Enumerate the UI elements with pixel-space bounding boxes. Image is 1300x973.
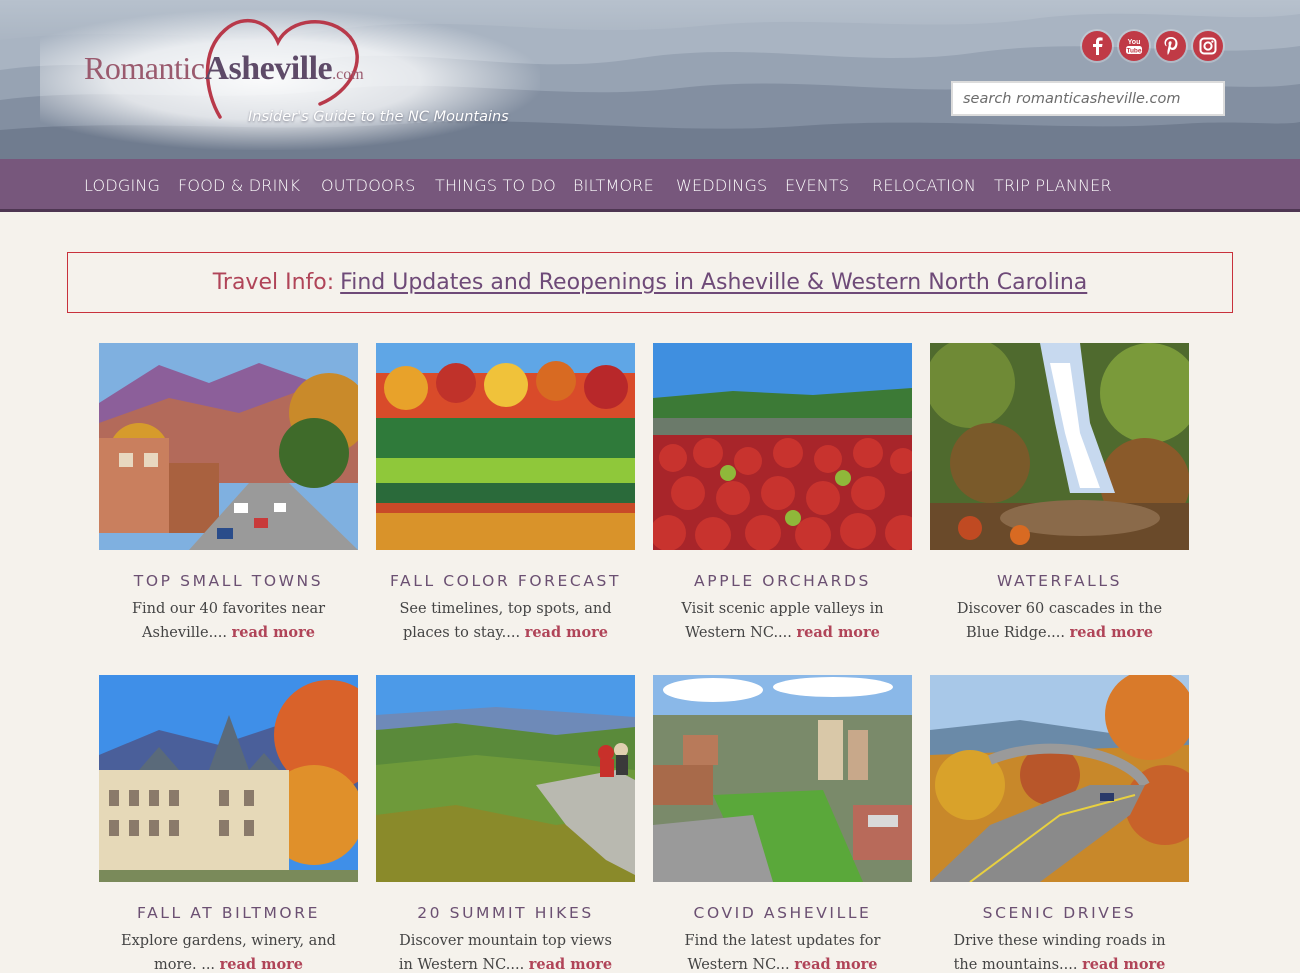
card-title[interactable]: COVID ASHEVILLE: [653, 904, 912, 922]
card-image-small-towns[interactable]: [99, 343, 358, 550]
facebook-icon[interactable]: [1082, 31, 1112, 61]
nav-item-food-drink[interactable]: FOOD & DRINK: [178, 176, 300, 195]
card-description: Visit scenic apple valleys in Western NC…: [653, 597, 912, 645]
card-title[interactable]: 20 SUMMIT HIKES: [376, 904, 635, 922]
card-scenic-drives: SCENIC DRIVES Drive these winding roads …: [930, 675, 1189, 973]
card-image-biltmore[interactable]: [99, 675, 358, 882]
card-description: Explore gardens, winery, and more. ... r…: [99, 929, 358, 973]
nav-item-things-to-do[interactable]: THINGS TO DO: [435, 176, 556, 195]
banner-link[interactable]: Find Updates and Reopenings in Asheville…: [340, 270, 1087, 295]
card-title[interactable]: SCENIC DRIVES: [930, 904, 1189, 922]
card-covid-asheville: COVID ASHEVILLE Find the latest updates …: [653, 675, 912, 973]
site-logo[interactable]: RomanticAsheville.com: [84, 50, 364, 88]
card-top-small-towns: TOP SMALL TOWNS Find our 40 favorites ne…: [99, 343, 358, 645]
card-fall-color-forecast: FALL COLOR FORECAST See timelines, top s…: [376, 343, 635, 645]
read-more-link[interactable]: read more: [797, 624, 880, 641]
nav-item-trip-planner[interactable]: TRIP PLANNER: [994, 176, 1112, 195]
instagram-icon[interactable]: [1193, 31, 1223, 61]
card-title[interactable]: FALL COLOR FORECAST: [376, 572, 635, 590]
nav-item-biltmore[interactable]: BILTMORE: [573, 176, 654, 195]
logo-word-com: .com: [332, 66, 364, 83]
card-title[interactable]: APPLE ORCHARDS: [653, 572, 912, 590]
card-image-summit-hikes[interactable]: [376, 675, 635, 882]
nav-item-lodging[interactable]: LODGING: [84, 176, 160, 195]
read-more-link[interactable]: read more: [1070, 624, 1153, 641]
nav-item-relocation[interactable]: RELOCATION: [872, 176, 976, 195]
card-fall-at-biltmore: FALL AT BILTMORE Explore gardens, winery…: [99, 675, 358, 973]
card-description: Discover mountain top views in Western N…: [376, 929, 635, 973]
read-more-link[interactable]: read more: [220, 956, 303, 973]
pinterest-icon[interactable]: [1156, 31, 1186, 61]
youtube-icon[interactable]: You Tube: [1119, 31, 1149, 61]
read-more-link[interactable]: read more: [232, 624, 315, 641]
site-header: RomanticAsheville.com Insider's Guide to…: [0, 0, 1300, 159]
card-apple-orchards: APPLE ORCHARDS Visit scenic apple valley…: [653, 343, 912, 645]
travel-info-banner: Travel Info: Find Updates and Reopenings…: [67, 252, 1233, 313]
search-input[interactable]: [963, 90, 1213, 107]
svg-text:You: You: [1128, 39, 1141, 46]
search-box[interactable]: [951, 81, 1225, 116]
card-title[interactable]: WATERFALLS: [930, 572, 1189, 590]
nav-item-weddings[interactable]: WEDDINGS: [676, 176, 767, 195]
read-more-link[interactable]: read more: [525, 624, 608, 641]
card-image-covid-asheville[interactable]: [653, 675, 912, 882]
card-description: Drive these winding roads in the mountai…: [930, 929, 1189, 973]
card-description: See timelines, top spots, and places to …: [376, 597, 635, 645]
card-description: Find the latest updates for Western NC..…: [653, 929, 912, 973]
card-summit-hikes: 20 SUMMIT HIKES Discover mountain top vi…: [376, 675, 635, 973]
card-title[interactable]: FALL AT BILTMORE: [99, 904, 358, 922]
card-title[interactable]: TOP SMALL TOWNS: [99, 572, 358, 590]
read-more-link[interactable]: read more: [529, 956, 612, 973]
site-tagline: Insider's Guide to the NC Mountains: [248, 109, 509, 125]
card-image-apple-orchards[interactable]: [653, 343, 912, 550]
card-image-fall-color[interactable]: [376, 343, 635, 550]
nav-item-events[interactable]: EVENTS: [785, 176, 849, 195]
banner-prefix: Travel Info:: [212, 270, 335, 295]
svg-text:Tube: Tube: [1126, 48, 1141, 55]
card-description: Find our 40 favorites near Asheville....…: [99, 597, 358, 645]
card-image-scenic-drives[interactable]: [930, 675, 1189, 882]
main-nav: LODGING FOOD & DRINK OUTDOORS THINGS TO …: [0, 159, 1300, 212]
card-waterfalls: WATERFALLS Discover 60 cascades in the B…: [930, 343, 1189, 645]
read-more-link[interactable]: read more: [1082, 956, 1165, 973]
card-image-waterfalls[interactable]: [930, 343, 1189, 550]
card-description: Discover 60 cascades in the Blue Ridge..…: [930, 597, 1189, 645]
logo-word-romantic: Romantic: [84, 50, 205, 86]
logo-word-asheville: Asheville: [204, 50, 333, 87]
nav-item-outdoors[interactable]: OUTDOORS: [321, 176, 415, 195]
read-more-link[interactable]: read more: [794, 956, 877, 973]
